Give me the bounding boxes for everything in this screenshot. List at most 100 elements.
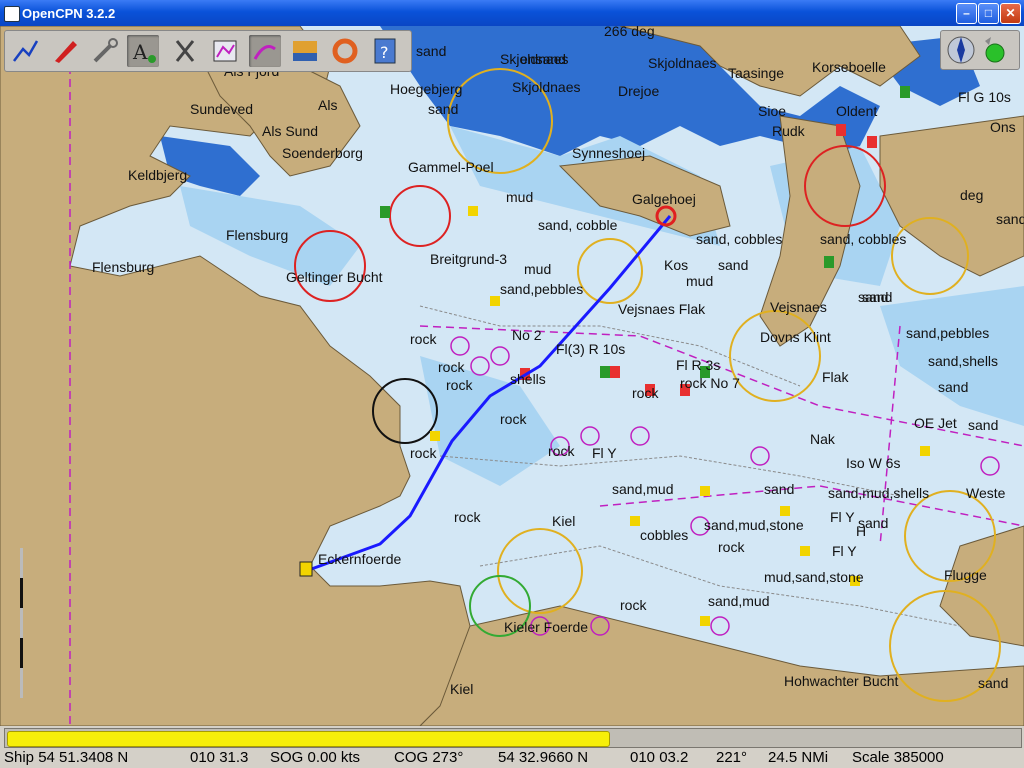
route-icon[interactable] — [9, 35, 41, 67]
chart-label: 266 deg — [604, 26, 655, 39]
chart-label: sand — [968, 417, 998, 433]
chart-label: ensand — [520, 51, 566, 67]
chart-label: Skarre — [0, 26, 41, 29]
chart-label: rock — [438, 359, 465, 375]
chart-label: rock No 7 — [680, 375, 740, 391]
text-anchor-icon[interactable]: A — [127, 35, 159, 67]
chart-label: Vejsnaes — [770, 299, 827, 315]
chart-label: OE Jet — [914, 415, 957, 431]
chart-label: sand,pebbles — [500, 281, 583, 297]
ship-marker[interactable] — [299, 561, 313, 577]
chart-label: Nak — [810, 431, 836, 447]
minimize-button[interactable]: – — [956, 3, 977, 24]
chart-label: mud,sand,stone — [764, 569, 864, 585]
chart-label: sand,mud — [612, 481, 673, 497]
chart-label: Kos — [664, 257, 688, 273]
chart-label: sand — [764, 481, 794, 497]
window-title: OpenCPN 3.2.2 — [22, 6, 116, 21]
chart-label: Als Sund — [262, 123, 318, 139]
ship-icon[interactable] — [49, 35, 81, 67]
status-cursor-lon: 010 03.2 — [630, 749, 689, 766]
svg-text:A: A — [132, 40, 148, 64]
chart-label: Taasinge — [728, 65, 784, 81]
chart-label: Iso W 6s — [846, 455, 900, 471]
chart-label: Eckernfoerde — [318, 551, 401, 567]
main-toolbar: A ? — [4, 30, 412, 72]
app-icon — [4, 6, 20, 22]
chart-label: Sioe — [758, 103, 786, 119]
chart-label: Drejoe — [618, 83, 659, 99]
status-bearing: 221° — [716, 749, 748, 766]
chart-label: sand,mud,stone — [704, 517, 804, 533]
chart-label: Kiel — [450, 681, 473, 697]
compass-widget[interactable] — [940, 30, 1020, 70]
gps-status-icon — [985, 37, 1005, 63]
chart-label: rock — [718, 539, 745, 555]
help-icon[interactable]: ? — [369, 35, 401, 67]
status-distance: 24.5 NMi — [768, 749, 829, 766]
chart-label: sand,mud — [708, 593, 769, 609]
status-cog: COG 273° — [394, 749, 464, 766]
chart-label: mud — [506, 189, 533, 205]
tides-sunset-icon[interactable] — [289, 35, 321, 67]
chart-label: sand, cobble — [538, 217, 618, 233]
chart-label: Fl R 3s — [676, 357, 720, 373]
status-bar: Ship 54 51.3408 N 010 31.3 SOG 0.00 kts … — [0, 748, 1024, 768]
chart-label: Hohwachter Bucht — [784, 673, 899, 689]
close-button[interactable]: ✕ — [1000, 3, 1021, 24]
status-scale: Scale 385000 — [852, 749, 944, 766]
chart-label: Weste — [966, 485, 1006, 501]
chart-label: sand — [428, 101, 458, 117]
title-bar: OpenCPN 3.2.2 – □ ✕ — [0, 0, 1024, 26]
chart-label: sand, cobbles — [820, 231, 906, 247]
chart-label: cobbles — [640, 527, 688, 543]
maximize-button[interactable]: □ — [978, 3, 999, 24]
settings-wrench-icon[interactable] — [89, 35, 121, 67]
chart-label: Fl Y — [830, 509, 855, 525]
chart-label: sand — [938, 379, 968, 395]
chart-label: Fl G 10s — [958, 89, 1011, 105]
chart-label: sand — [416, 43, 446, 59]
svg-text:?: ? — [380, 43, 389, 62]
chart-label: rock — [500, 411, 527, 427]
chart-label: deg — [960, 187, 983, 203]
chart-label: Ons — [990, 119, 1016, 135]
chart-label: sand,shells — [928, 353, 998, 369]
chart-label: Als — [318, 97, 337, 113]
chart-label: No 2 — [512, 327, 542, 343]
route-manager-icon[interactable] — [209, 35, 241, 67]
chart-label: Galgehoej — [632, 191, 696, 207]
chart-label: Flugge — [944, 567, 987, 583]
chart-label: Soenderborg — [282, 145, 363, 161]
compass-rose-icon — [947, 36, 975, 64]
chart-label: mud — [686, 273, 713, 289]
chart-label: rock — [548, 443, 575, 459]
chart-label: sand, cobbles — [696, 231, 782, 247]
status-ship-position: Ship 54 51.3408 N — [4, 749, 129, 766]
scale-bar — [18, 548, 26, 698]
status-ship-lon: 010 31.3 — [190, 749, 249, 766]
chart-label: rock — [410, 331, 437, 347]
chart-label: shells — [510, 371, 546, 387]
track-icon[interactable] — [249, 35, 281, 67]
chart-label: Hoegebjerg — [390, 81, 462, 97]
chart-tools-icon[interactable] — [169, 35, 201, 67]
status-cursor-lat: 54 32.9660 N — [498, 749, 589, 766]
chart-label: Flak — [822, 369, 849, 385]
chart-label: Keldbjerg — [128, 167, 187, 183]
chart-label: Breitgrund-3 — [430, 251, 507, 267]
chart-label: mud — [524, 261, 551, 277]
chart-label: sand — [858, 289, 888, 305]
progress-fill — [7, 731, 610, 747]
life-ring-icon[interactable] — [329, 35, 361, 67]
chart-label: Skjoldnaes — [512, 79, 581, 95]
chart-label: Oldent — [836, 103, 877, 119]
chart-label: sand — [718, 257, 748, 273]
chart-label: Fl Y — [592, 445, 617, 461]
chart-label: Flensburg — [226, 227, 288, 243]
chart-label: sand — [978, 675, 1008, 691]
chart-label: Korseboelle — [812, 59, 886, 75]
nautical-chart[interactable]: 266 deg Skjoldnaes Skjoldnaes Drejoe Taasing… — [0, 26, 1024, 726]
chart-label: Sundeved — [190, 101, 253, 117]
chart-label: rock — [410, 445, 437, 461]
